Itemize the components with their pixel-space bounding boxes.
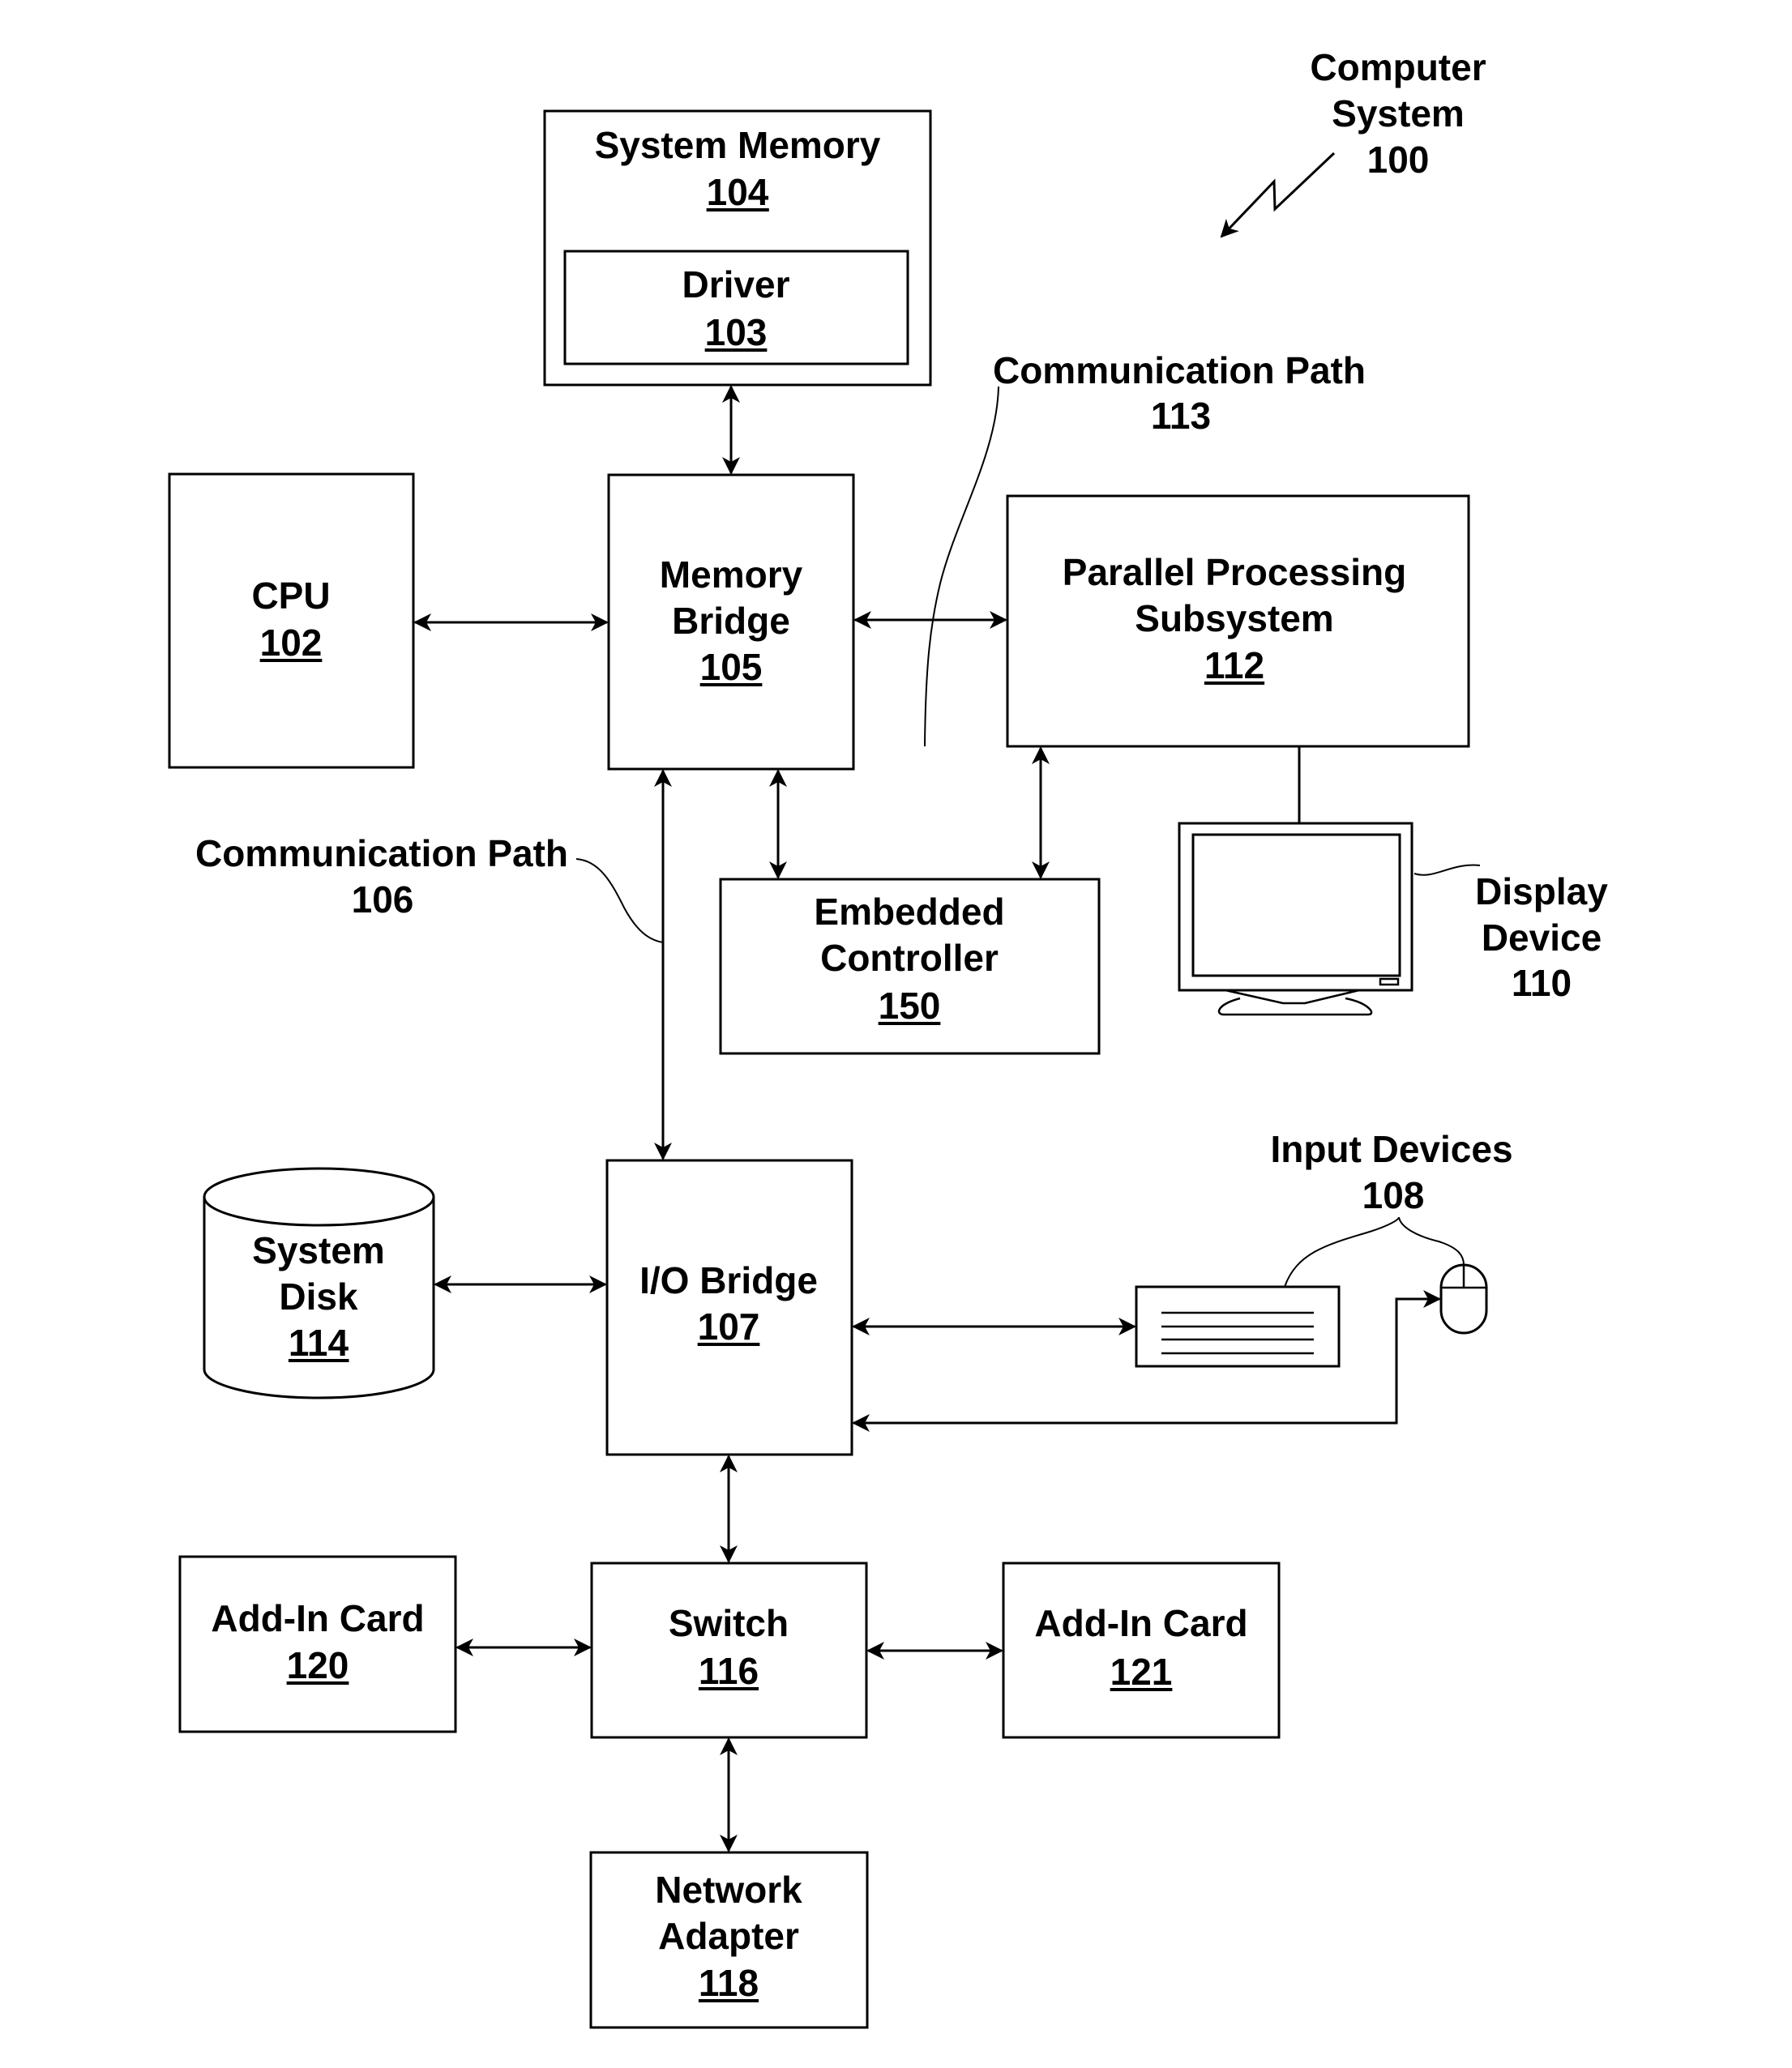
pps-ref: 112: [1204, 644, 1264, 686]
driver-ref: 103: [705, 311, 768, 353]
display-device-label-line-1: Display: [1475, 870, 1608, 912]
figure-title-line-2: System: [1332, 92, 1465, 135]
add-in-card-121-ref: 121: [1110, 1651, 1173, 1693]
parallel-processing-subsystem-block[interactable]: Parallel Processing Subsystem 112: [1006, 494, 1470, 748]
system-memory-label: System Memory: [595, 124, 881, 166]
cpu-label: CPU: [251, 575, 330, 617]
comm-path-106-label: Communication Path: [195, 832, 568, 874]
figure-title-ref: 100: [1367, 139, 1430, 181]
switch-ref: 116: [699, 1650, 759, 1692]
add-in-card-120-label: Add-In Card: [211, 1597, 424, 1639]
comm-path-113-leader: [924, 386, 999, 747]
cpu-ref: 102: [260, 622, 323, 664]
input-devices-ref: 108: [1362, 1174, 1425, 1216]
input-devices[interactable]: Input Devices 108: [1135, 1128, 1513, 1368]
embedded-controller-ref: 150: [879, 985, 941, 1027]
pps-label-line-2: Subsystem: [1135, 597, 1333, 639]
comm-path-106-leader: [575, 858, 664, 943]
io-bridge-label: I/O Bridge: [639, 1259, 818, 1301]
driver-block[interactable]: Driver 103: [563, 250, 909, 365]
system-disk-ref: 114: [289, 1322, 349, 1364]
embedded-controller-label-line-1: Embedded: [814, 891, 1004, 933]
comm-path-113-label: Communication Path: [993, 349, 1366, 391]
display-device-ref: 110: [1512, 962, 1572, 1004]
network-adapter-label-line-2: Adapter: [658, 1915, 799, 1957]
memory-bridge-ref: 105: [700, 646, 763, 688]
system-disk-block[interactable]: System Disk 114: [203, 1167, 435, 1399]
system-memory-block[interactable]: System Memory 104 Driver 103: [543, 109, 932, 387]
display-device-label-line-2: Device: [1482, 916, 1602, 959]
display-device-leader: [1413, 864, 1481, 876]
embedded-controller-block[interactable]: Embedded Controller 150: [719, 878, 1101, 1055]
monitor-icon: [1178, 822, 1413, 1016]
switch-block[interactable]: Switch 116: [590, 1562, 868, 1739]
comm-path-106-ref: 106: [352, 878, 414, 921]
add-in-card-120-ref: 120: [287, 1644, 349, 1686]
keyboard-icon: [1135, 1285, 1341, 1368]
embedded-controller-label-line-2: Controller: [820, 937, 999, 979]
comm-path-113-ref: 113: [1151, 395, 1211, 437]
add-in-card-120-block[interactable]: Add-In Card 120: [178, 1555, 457, 1733]
mouse-icon: [1439, 1263, 1488, 1335]
network-adapter-ref: 118: [699, 1962, 759, 2004]
pps-label-line-1: Parallel Processing: [1063, 551, 1406, 593]
lightning-arrow-icon: [1220, 152, 1336, 238]
add-in-card-121-block[interactable]: Add-In Card 121: [1002, 1562, 1281, 1739]
communication-path-106-callout: Communication Path 106: [195, 832, 664, 943]
memory-bridge-block[interactable]: Memory Bridge 105: [607, 473, 855, 771]
computer-system-diagram: Computer System 100 System Memory 104 Dr…: [168, 46, 1608, 2029]
figure-title: Computer System 100: [1310, 46, 1486, 181]
switch-label: Switch: [669, 1602, 789, 1644]
driver-label: Driver: [682, 263, 790, 306]
input-devices-label: Input Devices: [1270, 1128, 1512, 1170]
system-memory-ref: 104: [707, 171, 769, 213]
system-disk-label-line-2: Disk: [279, 1275, 358, 1318]
network-adapter-label-line-1: Network: [655, 1869, 802, 1911]
network-adapter-block[interactable]: Network Adapter 118: [589, 1851, 869, 2029]
add-in-card-121-label: Add-In Card: [1034, 1602, 1247, 1644]
input-devices-brace: [1284, 1216, 1465, 1288]
cpu-block[interactable]: CPU 102: [168, 472, 415, 769]
display-device[interactable]: Display Device 110: [1178, 746, 1608, 1016]
io-bridge-block[interactable]: I/O Bridge 107: [605, 1159, 853, 1456]
io-bridge-ref: 107: [698, 1305, 760, 1348]
memory-bridge-label-line-2: Bridge: [672, 600, 790, 642]
system-disk-label-line-1: System: [252, 1229, 385, 1271]
memory-bridge-label-line-1: Memory: [660, 553, 803, 596]
figure-title-line-1: Computer: [1310, 46, 1486, 88]
